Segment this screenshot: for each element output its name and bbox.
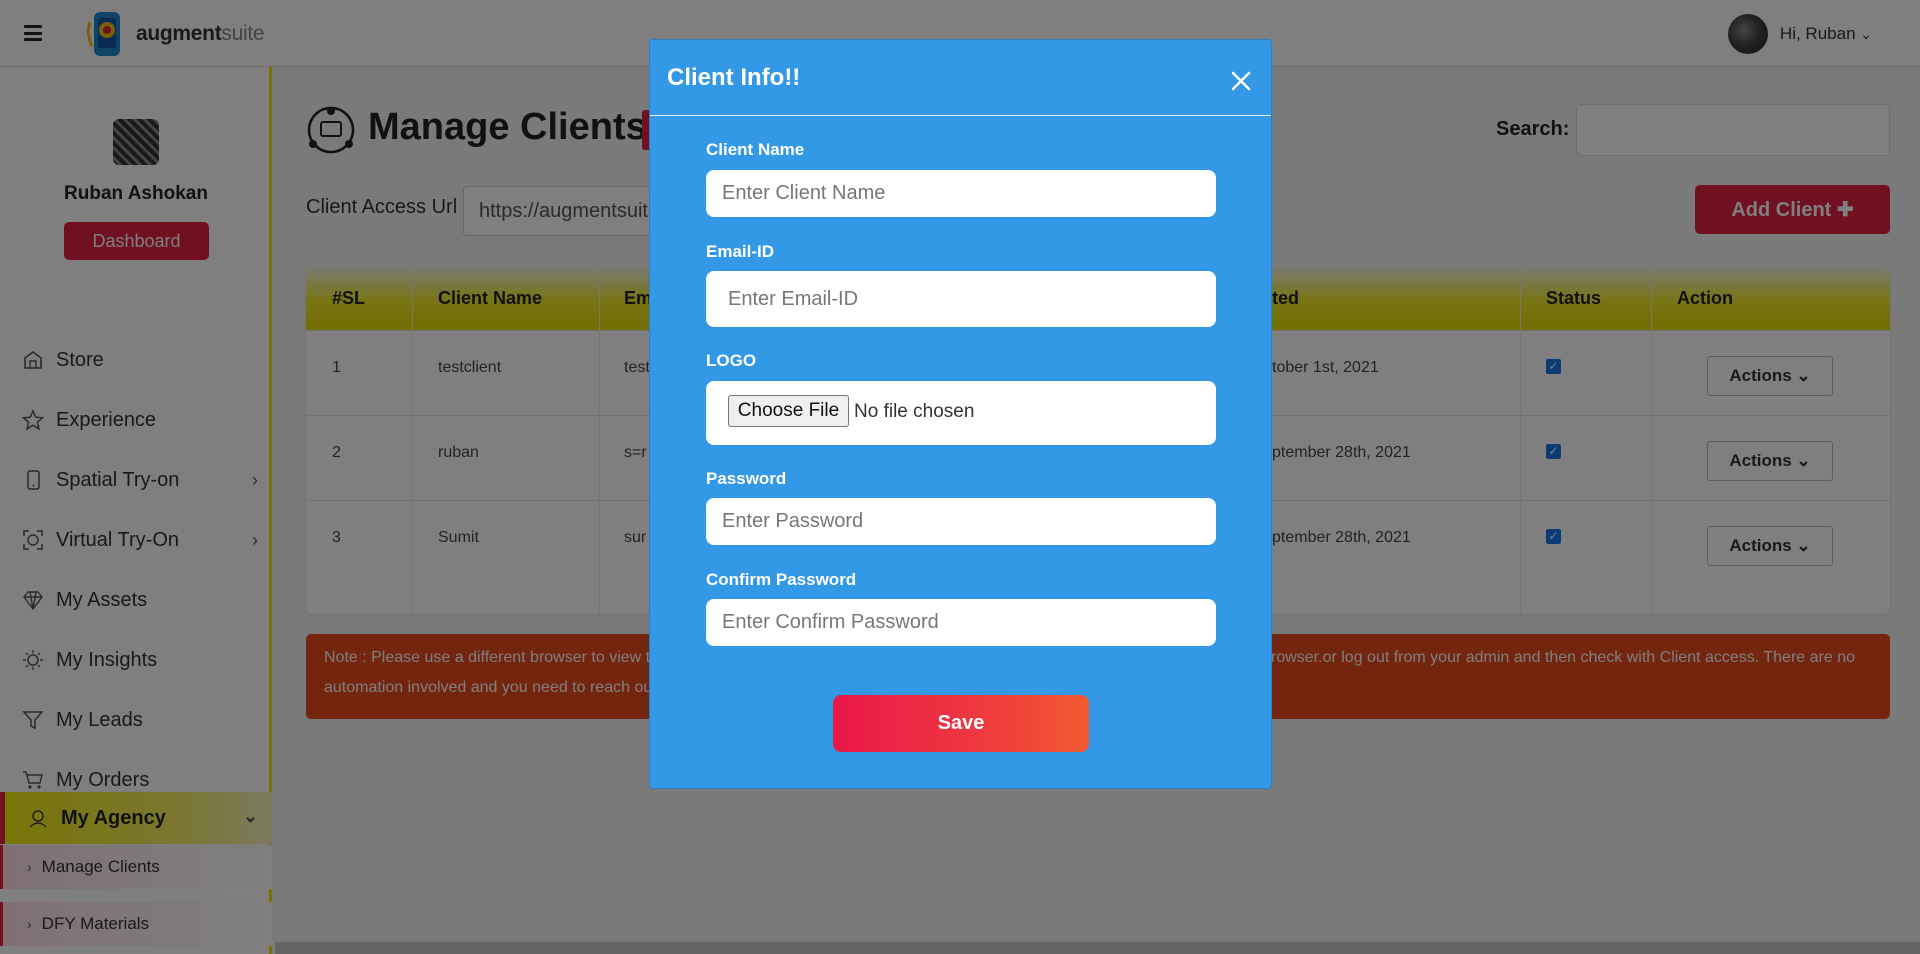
confirm-password-label: Confirm Password [706, 570, 857, 589]
logo-file-input[interactable]: Choose File No file chosen [706, 381, 1216, 445]
close-icon[interactable] [1230, 70, 1252, 92]
logo-label: LOGO [706, 351, 757, 370]
modal-header: Client Info!! [650, 40, 1271, 116]
file-status: No file chosen [854, 401, 975, 422]
save-button[interactable]: Save [833, 695, 1089, 752]
password-label: Password [706, 469, 787, 488]
client-name-input[interactable] [706, 170, 1216, 217]
confirm-password-input[interactable] [706, 599, 1216, 646]
email-input[interactable] [706, 271, 1216, 327]
client-info-modal: Client Info!! Client Name Email-ID LOGO … [649, 39, 1272, 789]
choose-file-button[interactable]: Choose File [728, 395, 849, 427]
password-input[interactable] [706, 498, 1216, 545]
client-name-label: Client Name [706, 140, 805, 159]
email-label: Email-ID [706, 242, 775, 261]
modal-title: Client Info!! [667, 64, 801, 91]
